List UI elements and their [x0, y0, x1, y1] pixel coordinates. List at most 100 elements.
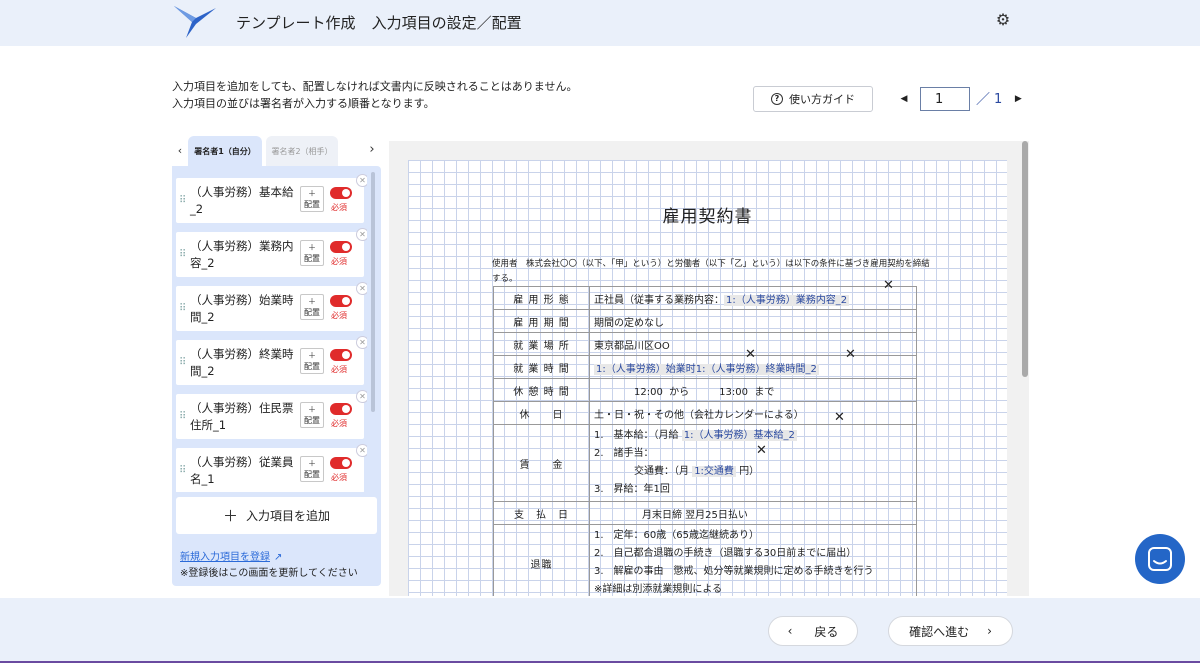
place-button[interactable]: ＋ 配置 [300, 348, 324, 374]
page-separator: ／ [976, 92, 990, 108]
table-row: 雇 用 形 態 正社員（従事する業務内容： 1:（人事労務）業務内容_2 [493, 286, 917, 310]
wage-line-1-text: 1. 基本給：（月給 [594, 430, 679, 441]
plus-icon: ＋ [222, 507, 238, 525]
gear-icon[interactable]: ⚙ [994, 11, 1012, 29]
list-item[interactable]: ⠿ （人事労務）始業時間_2 ＋ 配置 必須 ✕ [176, 282, 367, 331]
list-item[interactable]: ⠿ （人事労務）従業員名_1 ＋ 配置 必須 ✕ [176, 444, 367, 492]
place-label: 配置 [304, 308, 320, 317]
remove-field-icon[interactable]: ✕ [845, 348, 856, 361]
input-item-list: ⠿ （人事労務）基本給_2 ＋ 配置 必須 ✕ ⠿ （人事労務）業務内容_2 ＋ 配… [176, 172, 367, 492]
document-title: 雇用契約書 [662, 207, 753, 227]
retire-line-1: 1. 定年：60歳（65歳迄継続あり） [594, 530, 759, 541]
place-label: 配置 [304, 416, 320, 425]
list-item[interactable]: ⠿ （人事労務）住民票住所_1 ＋ 配置 必須 ✕ [176, 390, 367, 439]
drag-handle-icon[interactable]: ⠿ [179, 195, 186, 206]
remove-item-icon[interactable]: ✕ [356, 174, 367, 187]
chevron-right-icon: › [987, 624, 992, 638]
place-plus: ＋ [308, 351, 316, 360]
chat-launcher-button[interactable] [1135, 534, 1185, 584]
drag-handle-icon[interactable]: ⠿ [179, 357, 186, 368]
add-item-label: 入力項目を追加 [246, 509, 331, 523]
drag-handle-icon[interactable]: ⠿ [179, 465, 186, 476]
add-item-button[interactable]: ＋ 入力項目を追加 [176, 497, 377, 534]
required-toggle[interactable] [330, 349, 352, 361]
wage-line-2: 2. 諸手当： [594, 448, 654, 459]
required-toggle[interactable] [330, 295, 352, 307]
remove-field-icon[interactable]: ✕ [756, 444, 767, 457]
bird-logo-icon[interactable] [172, 2, 218, 42]
row-text: 正社員（従事する業務内容： [594, 294, 724, 306]
placed-field[interactable]: 1:（人事労務）業務内容_2 [724, 294, 850, 306]
row-value: 期間の定めなし [589, 309, 917, 333]
list-item[interactable]: ⠿ （人事労務）終業時間_2 ＋ 配置 必須 ✕ [176, 336, 367, 385]
placed-field[interactable]: 1:（人事労務）始業时1:（人事労務）終業時間_2 [594, 363, 819, 375]
required-label: 必須 [331, 473, 347, 482]
document-intro: 使用者 株式会社〇〇（以下、「甲」という）と労働者（以下「乙」という）は以下の条… [492, 259, 930, 284]
row-key: 休 憩 時 間 [493, 378, 590, 402]
required-label: 必須 [331, 257, 347, 266]
row-value: 土・日・祝・その他（会社カレンダーによる） [589, 401, 917, 425]
table-row: 退職 1. 定年：60歳（65歳迄継続あり） 2. 自己都合退職の手続き（退職す… [493, 524, 917, 596]
next-button[interactable]: 確認へ進む › [888, 616, 1013, 646]
retire-line-3: 3. 解雇の事由 懲戒、処分等就業規則に定める手続きを行う [594, 566, 874, 577]
tab-signer-2[interactable]: 署名者2（相手） [266, 136, 338, 166]
place-button[interactable]: ＋ 配置 [300, 186, 324, 212]
item-label: （人事労務）終業時間_2 [190, 347, 294, 378]
remove-item-icon[interactable]: ✕ [356, 390, 367, 403]
remove-item-icon[interactable]: ✕ [356, 336, 367, 349]
remove-item-icon[interactable]: ✕ [356, 282, 367, 295]
place-label: 配置 [304, 470, 320, 479]
document-scrollbar[interactable] [1022, 141, 1028, 377]
place-plus: ＋ [308, 297, 316, 306]
place-button[interactable]: ＋ 配置 [300, 240, 324, 266]
required-toggle[interactable] [330, 403, 352, 415]
remove-field-icon[interactable]: ✕ [883, 279, 894, 292]
remove-item-icon[interactable]: ✕ [356, 444, 367, 457]
new-item-link[interactable]: 新規入力項目を登録 ↗ [180, 548, 282, 563]
next-page-icon[interactable]: ▶ [1010, 94, 1026, 104]
required-label: 必須 [331, 203, 347, 212]
place-button[interactable]: ＋ 配置 [300, 402, 324, 428]
page-number-input[interactable] [920, 87, 970, 111]
back-button[interactable]: ‹ 戻る [768, 616, 858, 646]
place-button[interactable]: ＋ 配置 [300, 294, 324, 320]
prev-page-icon[interactable]: ◀ [896, 94, 912, 104]
placed-field[interactable]: 1:（人事労務）基本給_2 [681, 430, 797, 441]
page-title: テンプレート作成 入力項目の設定／配置 [236, 12, 522, 33]
tab-signer-1[interactable]: 署名者1（自分） [188, 136, 262, 166]
table-row: 支 払 日 月末日締 翌月25日払い [493, 501, 917, 525]
guide-button-label: 使い方ガイド [789, 93, 855, 106]
item-label: （人事労務）始業時間_2 [190, 293, 294, 324]
drag-handle-icon[interactable]: ⠿ [179, 249, 186, 260]
remove-field-icon[interactable]: ✕ [745, 348, 756, 361]
guide-button[interactable]: ? 使い方ガイド [753, 86, 873, 112]
row-key: 休 日 [493, 401, 590, 425]
place-button[interactable]: ＋ 配置 [300, 456, 324, 482]
signer-tabs: ‹ 署名者1（自分） 署名者2（相手） › [172, 136, 382, 166]
required-toggle[interactable] [330, 187, 352, 199]
remove-field-icon[interactable]: ✕ [834, 411, 845, 424]
page-total: 1 [994, 91, 1003, 107]
remove-item-icon[interactable]: ✕ [356, 228, 367, 241]
list-item[interactable]: ⠿ （人事労務）基本給_2 ＋ 配置 必須 ✕ [176, 174, 367, 223]
item-list-scrollbar[interactable] [371, 172, 375, 412]
required-label: 必須 [331, 365, 347, 374]
drag-handle-icon[interactable]: ⠿ [179, 303, 186, 314]
list-item[interactable]: ⠿ （人事労務）業務内容_2 ＋ 配置 必須 ✕ [176, 228, 367, 277]
tab-prev-icon[interactable]: ‹ [174, 144, 186, 157]
drag-handle-icon[interactable]: ⠿ [179, 411, 186, 422]
place-plus: ＋ [308, 243, 316, 252]
app-header: テンプレート作成 入力項目の設定／配置 ⚙ [0, 0, 1200, 46]
back-button-label: 戻る [814, 624, 839, 639]
document-preview[interactable]: 雇用契約書 使用者 株式会社〇〇（以下、「甲」という）と労働者（以下「乙」という… [389, 141, 1029, 596]
place-plus: ＋ [308, 405, 316, 414]
footer-bar: ‹ 戻る 確認へ進む › [0, 598, 1200, 663]
intro-line-2: 入力項目の並びは署名者が入力する順番となります。 [172, 97, 435, 110]
item-label: （人事労務）業務内容_2 [190, 239, 294, 270]
placed-field[interactable]: 1:交通費 [692, 466, 736, 477]
row-key: 就 業 時 間 [493, 355, 590, 379]
tab-next-icon[interactable]: › [366, 142, 378, 157]
required-label: 必須 [331, 311, 347, 320]
required-toggle[interactable] [330, 457, 352, 469]
required-toggle[interactable] [330, 241, 352, 253]
